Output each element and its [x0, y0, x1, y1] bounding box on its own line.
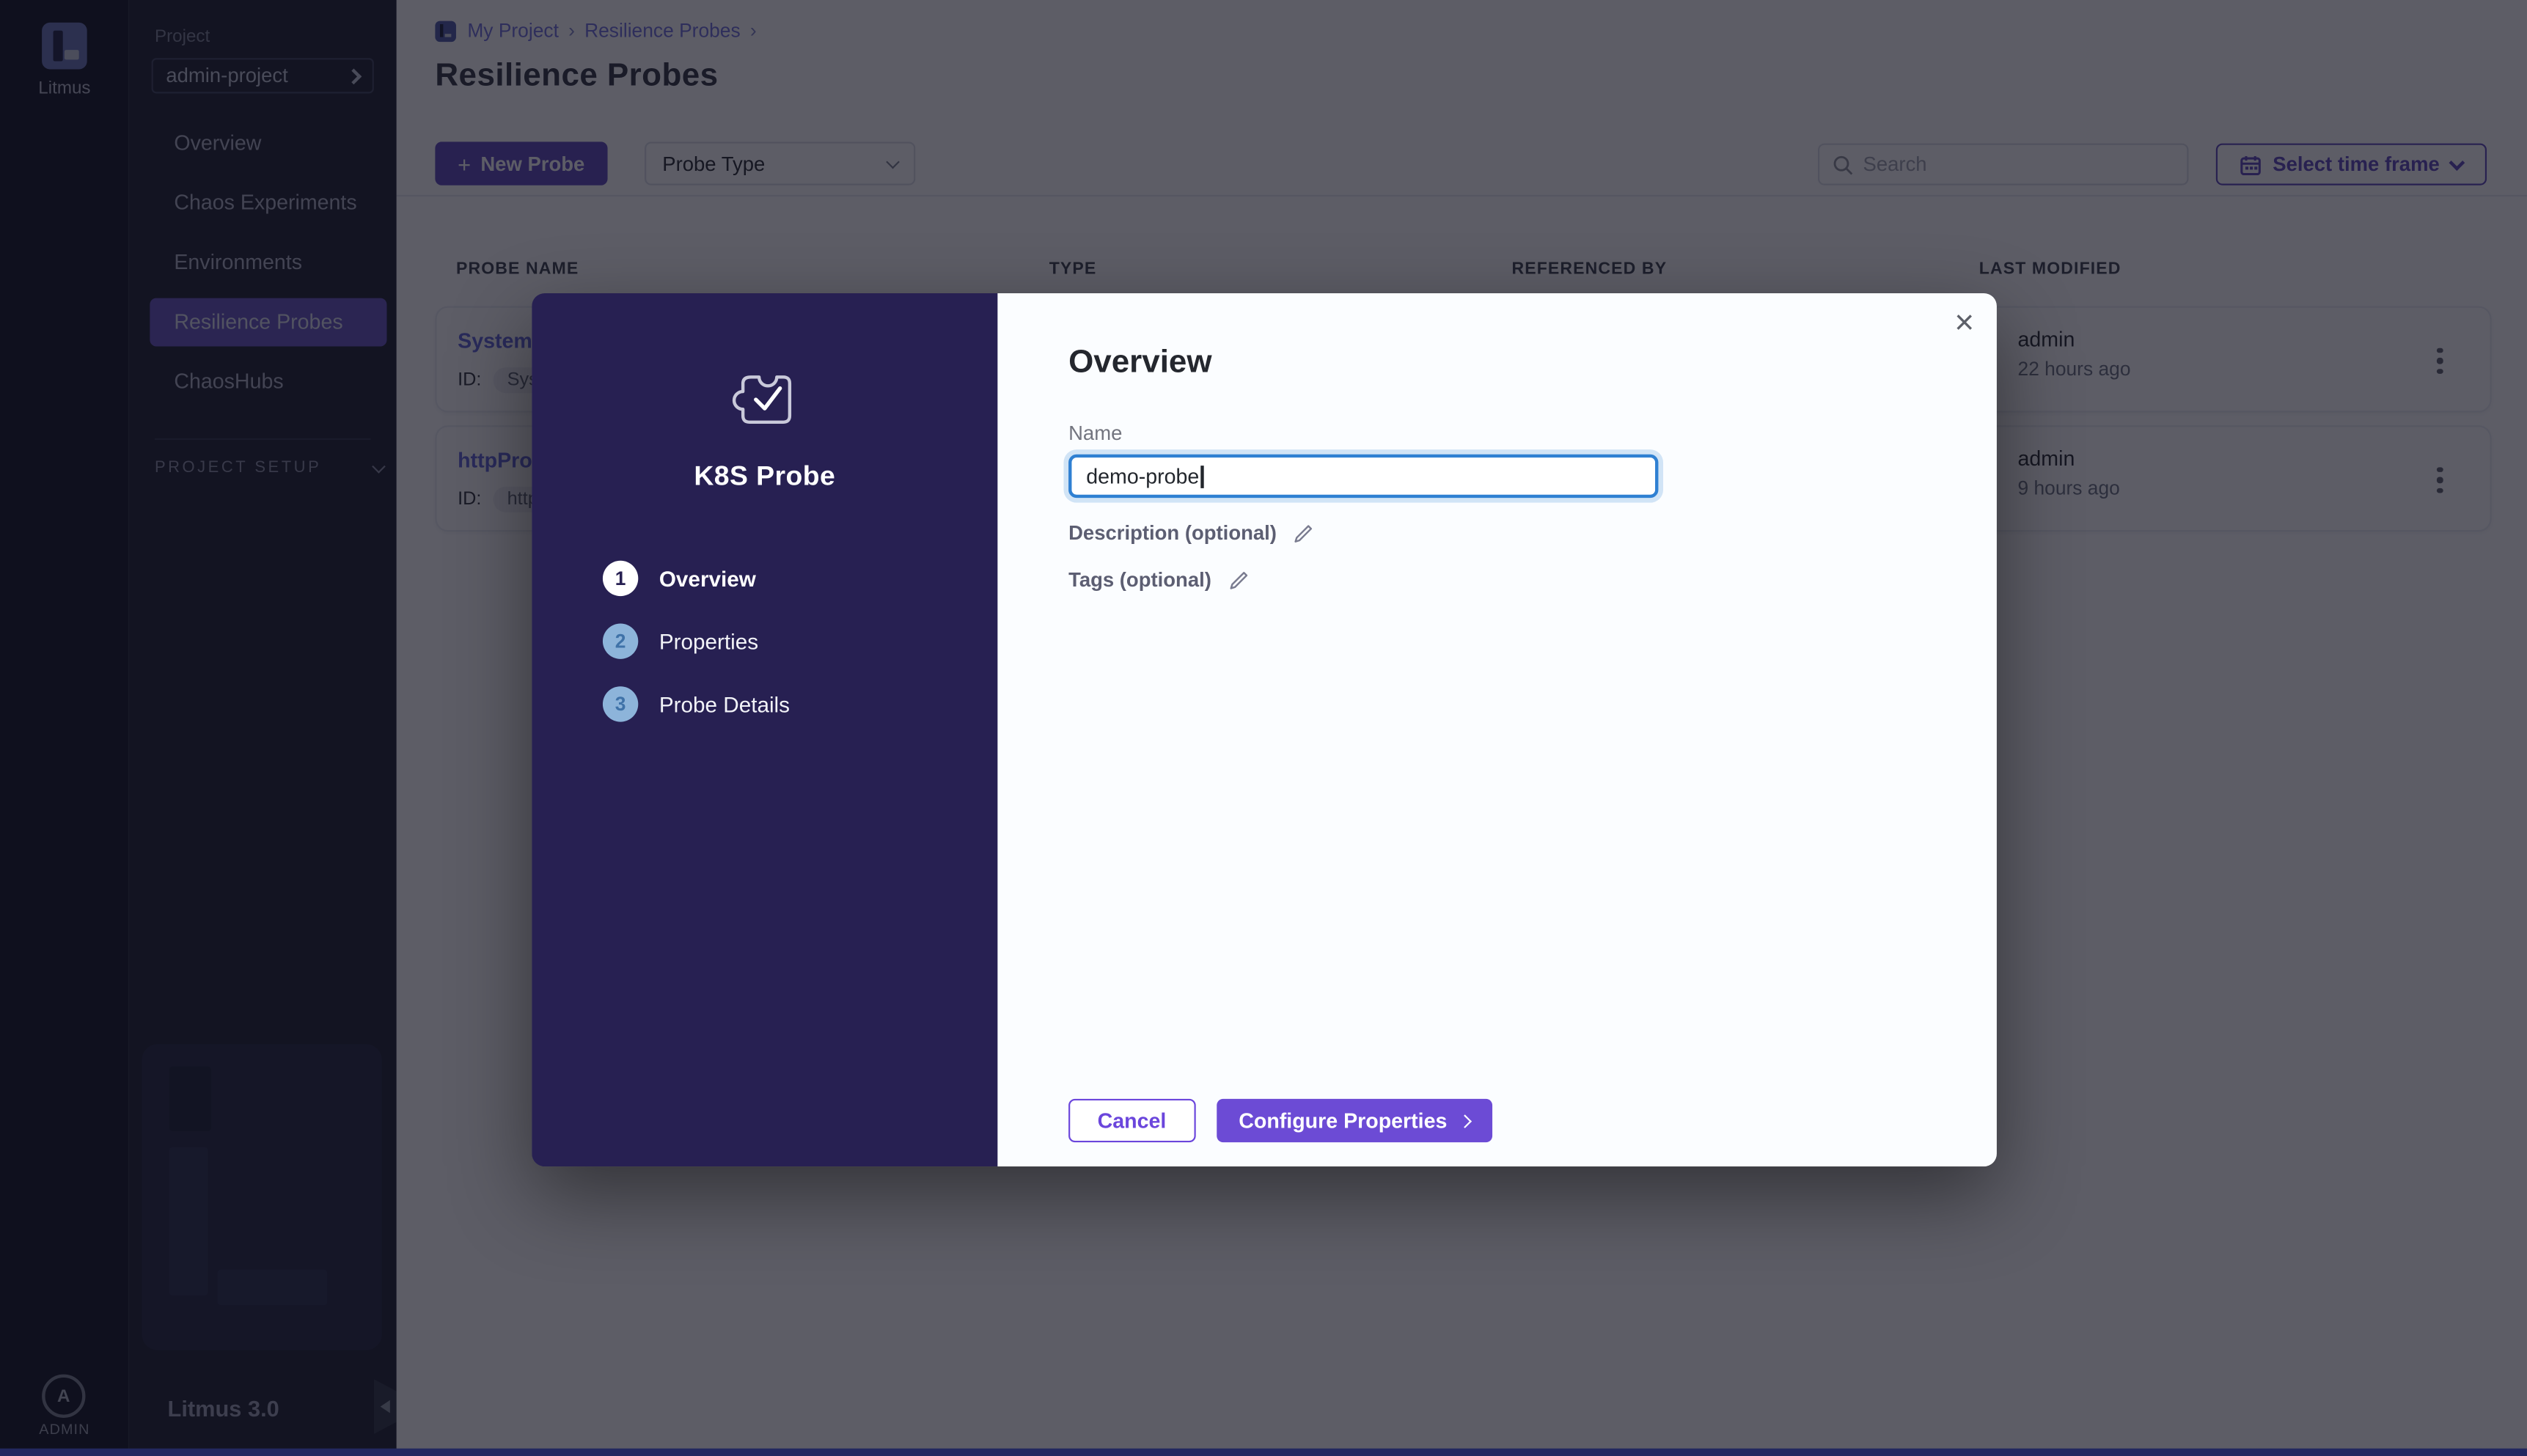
- close-icon[interactable]: ×: [1954, 306, 1974, 340]
- modal-footer: Cancel Configure Properties: [1068, 1099, 1492, 1142]
- step-probe-details[interactable]: 3 Probe Details: [603, 686, 790, 721]
- tags-label: Tags (optional): [1068, 569, 1211, 592]
- wizard-side-panel: K8S Probe 1 Overview 2 Properties 3 Prob…: [532, 293, 997, 1166]
- wizard-form-panel: × Overview Name demo-probe Description (…: [997, 293, 1997, 1166]
- edit-pencil-icon[interactable]: [1293, 523, 1314, 544]
- cancel-button[interactable]: Cancel: [1068, 1099, 1195, 1142]
- step-number: 3: [603, 686, 638, 721]
- step-overview[interactable]: 1 Overview: [603, 561, 790, 596]
- chevron-right-icon: [1458, 1114, 1472, 1128]
- wizard-title: K8S Probe: [532, 461, 997, 493]
- modal-heading: Overview: [1068, 345, 1211, 382]
- description-label: Description (optional): [1068, 522, 1277, 545]
- probe-name-value: demo-probe: [1086, 464, 1199, 488]
- probe-puzzle-icon: [728, 358, 802, 432]
- wizard-steps: 1 Overview 2 Properties 3 Probe Details: [603, 561, 790, 722]
- probe-name-input[interactable]: demo-probe: [1068, 455, 1658, 498]
- probe-wizard-modal: K8S Probe 1 Overview 2 Properties 3 Prob…: [532, 293, 1997, 1166]
- step-number: 1: [603, 561, 638, 596]
- step-properties[interactable]: 2 Properties: [603, 624, 790, 659]
- configure-properties-button[interactable]: Configure Properties: [1216, 1099, 1492, 1142]
- name-field-label: Name: [1068, 422, 1122, 445]
- app-root: Litmus A ADMIN Project admin-project Ove…: [0, 0, 2527, 1456]
- edit-pencil-icon[interactable]: [1228, 570, 1249, 591]
- text-cursor: [1201, 465, 1203, 488]
- step-number: 2: [603, 624, 638, 659]
